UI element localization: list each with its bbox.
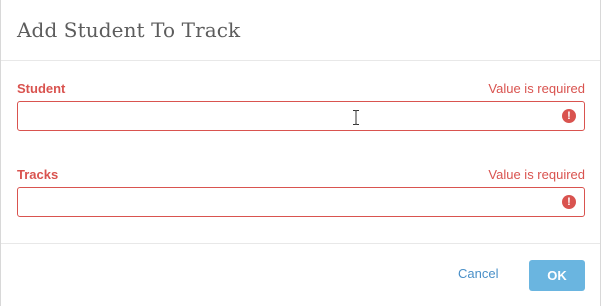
cancel-button[interactable]: Cancel bbox=[458, 266, 498, 281]
dialog-title: Add Student To Track bbox=[17, 18, 241, 42]
tracks-label: Tracks bbox=[17, 167, 59, 182]
student-label: Student bbox=[17, 81, 66, 96]
tracks-input-wrapper: ! bbox=[17, 187, 585, 217]
student-input[interactable] bbox=[17, 101, 585, 131]
add-student-dialog: Add Student To Track Student Value is re… bbox=[0, 0, 601, 306]
student-input-wrapper: ! bbox=[17, 101, 585, 131]
student-label-row: Student Value is required bbox=[17, 81, 585, 101]
student-error-message: Value is required bbox=[488, 81, 585, 96]
ok-button[interactable]: OK bbox=[529, 260, 585, 291]
student-field-group: Student Value is required ! bbox=[17, 81, 585, 131]
tracks-input[interactable] bbox=[17, 187, 585, 217]
dialog-footer: Cancel OK bbox=[1, 243, 600, 306]
tracks-field-group: Tracks Value is required ! bbox=[17, 167, 585, 217]
tracks-error-message: Value is required bbox=[488, 167, 585, 182]
student-error-icon: ! bbox=[562, 109, 576, 123]
dialog-header: Add Student To Track bbox=[1, 0, 600, 61]
text-cursor-icon bbox=[353, 110, 359, 125]
tracks-label-row: Tracks Value is required bbox=[17, 167, 585, 187]
tracks-error-icon: ! bbox=[562, 195, 576, 209]
